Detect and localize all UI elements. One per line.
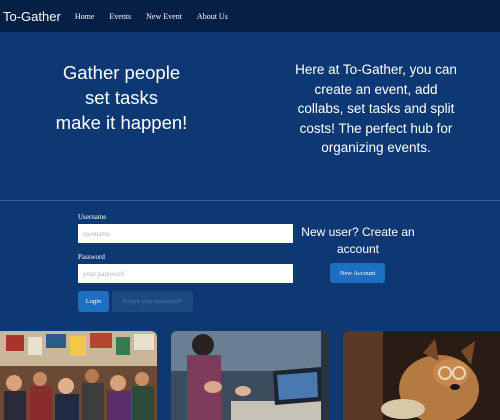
laptop-meeting-photo (171, 331, 329, 420)
forgot-password-button[interactable]: Forgot your password? (112, 291, 193, 312)
nav-link-about-us[interactable]: About Us (197, 12, 228, 21)
nav-link-new-event[interactable]: New Event (146, 12, 182, 21)
username-label: Username (78, 213, 107, 221)
hero-section: Gather people set tasks make it happen! … (0, 32, 500, 200)
nav-link-home[interactable]: Home (75, 12, 95, 21)
tagline-line-2: set tasks (85, 87, 158, 108)
login-button[interactable]: Login (78, 291, 109, 312)
tagline-line-3: make it happen! (55, 112, 188, 133)
new-account-button[interactable]: New Account (330, 263, 385, 283)
section-divider (0, 200, 500, 201)
dog-photo (343, 331, 500, 420)
navbar: To-Gather Home Events New Event About Us (0, 0, 500, 32)
password-label: Password (78, 253, 105, 261)
password-input[interactable] (78, 264, 293, 283)
tagline-line-1: Gather people (62, 62, 181, 83)
brand-logo[interactable]: To-Gather (3, 9, 61, 24)
about-text: Here at To-Gather, you can create an eve… (295, 62, 457, 155)
crowd-photo (0, 331, 157, 420)
username-input[interactable] (78, 224, 293, 243)
nav-link-events[interactable]: Events (109, 12, 131, 21)
new-user-prompt: New user? Create an account (301, 225, 415, 256)
hero-tagline: Gather people set tasks make it happen! (30, 60, 213, 135)
